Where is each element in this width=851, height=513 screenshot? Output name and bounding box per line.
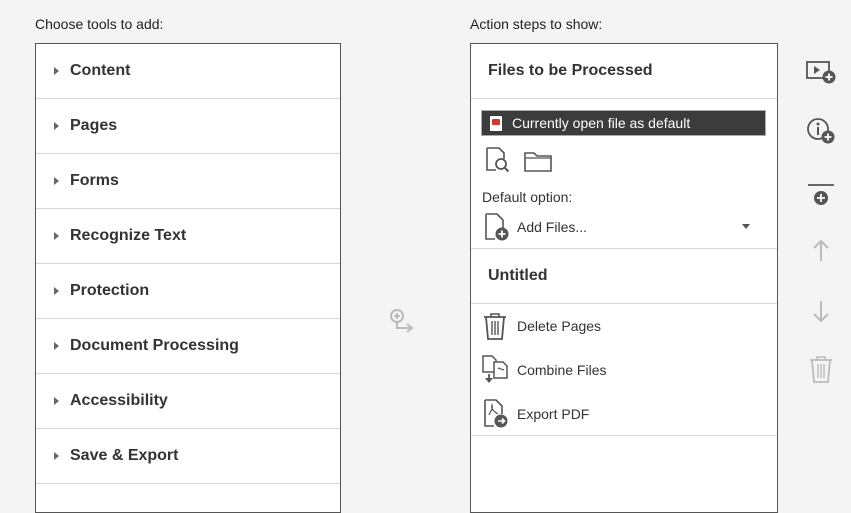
add-panel-icon[interactable] <box>805 180 837 212</box>
expand-caret-icon <box>54 397 59 405</box>
step-delete-pages[interactable]: Delete Pages <box>481 309 771 343</box>
delete-icon[interactable] <box>805 353 837 385</box>
step-export-pdf[interactable]: Export PDF <box>481 397 771 431</box>
tool-group-accessibility[interactable]: Accessibility <box>36 374 340 429</box>
step-label: Export PDF <box>517 406 590 422</box>
expand-caret-icon <box>54 232 59 240</box>
step-label: Combine Files <box>517 362 607 378</box>
tool-group-label: Save & Export <box>70 447 179 464</box>
steps-heading: Action steps to show: <box>470 16 603 32</box>
trash-icon <box>484 313 506 340</box>
tool-group-content[interactable]: Content <box>36 44 340 99</box>
pdf-file-icon <box>490 115 502 131</box>
default-option-label: Default option: <box>482 189 573 205</box>
folder-icon[interactable] <box>523 148 553 174</box>
expand-caret-icon <box>54 342 59 350</box>
action-steps-panel: Files to be Processed Currently open fil… <box>470 43 778 513</box>
add-files-label: Add Files... <box>517 219 588 235</box>
add-instruction-step-icon[interactable] <box>805 55 837 87</box>
file-selection-item[interactable]: Currently open file as default <box>481 110 766 136</box>
add-information-icon[interactable] <box>805 115 837 147</box>
tool-group-document-processing[interactable]: Document Processing <box>36 319 340 374</box>
tool-group-forms[interactable]: Forms <box>36 154 340 209</box>
tool-group-label: Document Processing <box>70 337 239 354</box>
tool-group-save-export[interactable]: Save & Export <box>36 429 340 484</box>
expand-caret-icon <box>54 122 59 130</box>
tool-group-label: Recognize Text <box>70 227 187 244</box>
tools-heading: Choose tools to add: <box>35 16 164 32</box>
step-label: Delete Pages <box>517 318 602 334</box>
expand-caret-icon <box>54 287 59 295</box>
group-title: Untitled <box>471 249 777 304</box>
add-files-dropdown[interactable]: Add Files... <box>481 212 766 242</box>
divider <box>471 435 777 436</box>
chevron-down-icon <box>742 224 750 229</box>
step-combine-files[interactable]: Combine Files <box>481 353 771 387</box>
search-file-icon[interactable] <box>483 146 511 174</box>
tool-group-label: Pages <box>70 117 118 134</box>
tool-group-protection[interactable]: Protection <box>36 264 340 319</box>
tool-group-label: Accessibility <box>70 392 168 409</box>
expand-caret-icon <box>54 177 59 185</box>
expand-caret-icon <box>54 452 59 460</box>
move-down-icon[interactable] <box>805 295 837 327</box>
tool-group-pages[interactable]: Pages <box>36 99 340 154</box>
tool-group-label: Protection <box>70 282 150 299</box>
tool-group-recognize-text[interactable]: Recognize Text <box>36 209 340 264</box>
file-selection-label: Currently open file as default <box>512 115 691 131</box>
expand-caret-icon <box>54 67 59 75</box>
add-file-icon <box>485 213 509 241</box>
move-up-icon[interactable] <box>805 235 837 267</box>
files-section-title: Files to be Processed <box>471 44 777 99</box>
combine-files-icon <box>482 355 508 383</box>
tools-list: Content Pages Forms Recognize Text Prote… <box>35 43 341 513</box>
tool-group-label: Forms <box>70 172 119 189</box>
add-to-steps-icon[interactable] <box>388 308 416 336</box>
export-pdf-icon <box>484 399 508 428</box>
tool-group-label: Content <box>70 62 131 79</box>
